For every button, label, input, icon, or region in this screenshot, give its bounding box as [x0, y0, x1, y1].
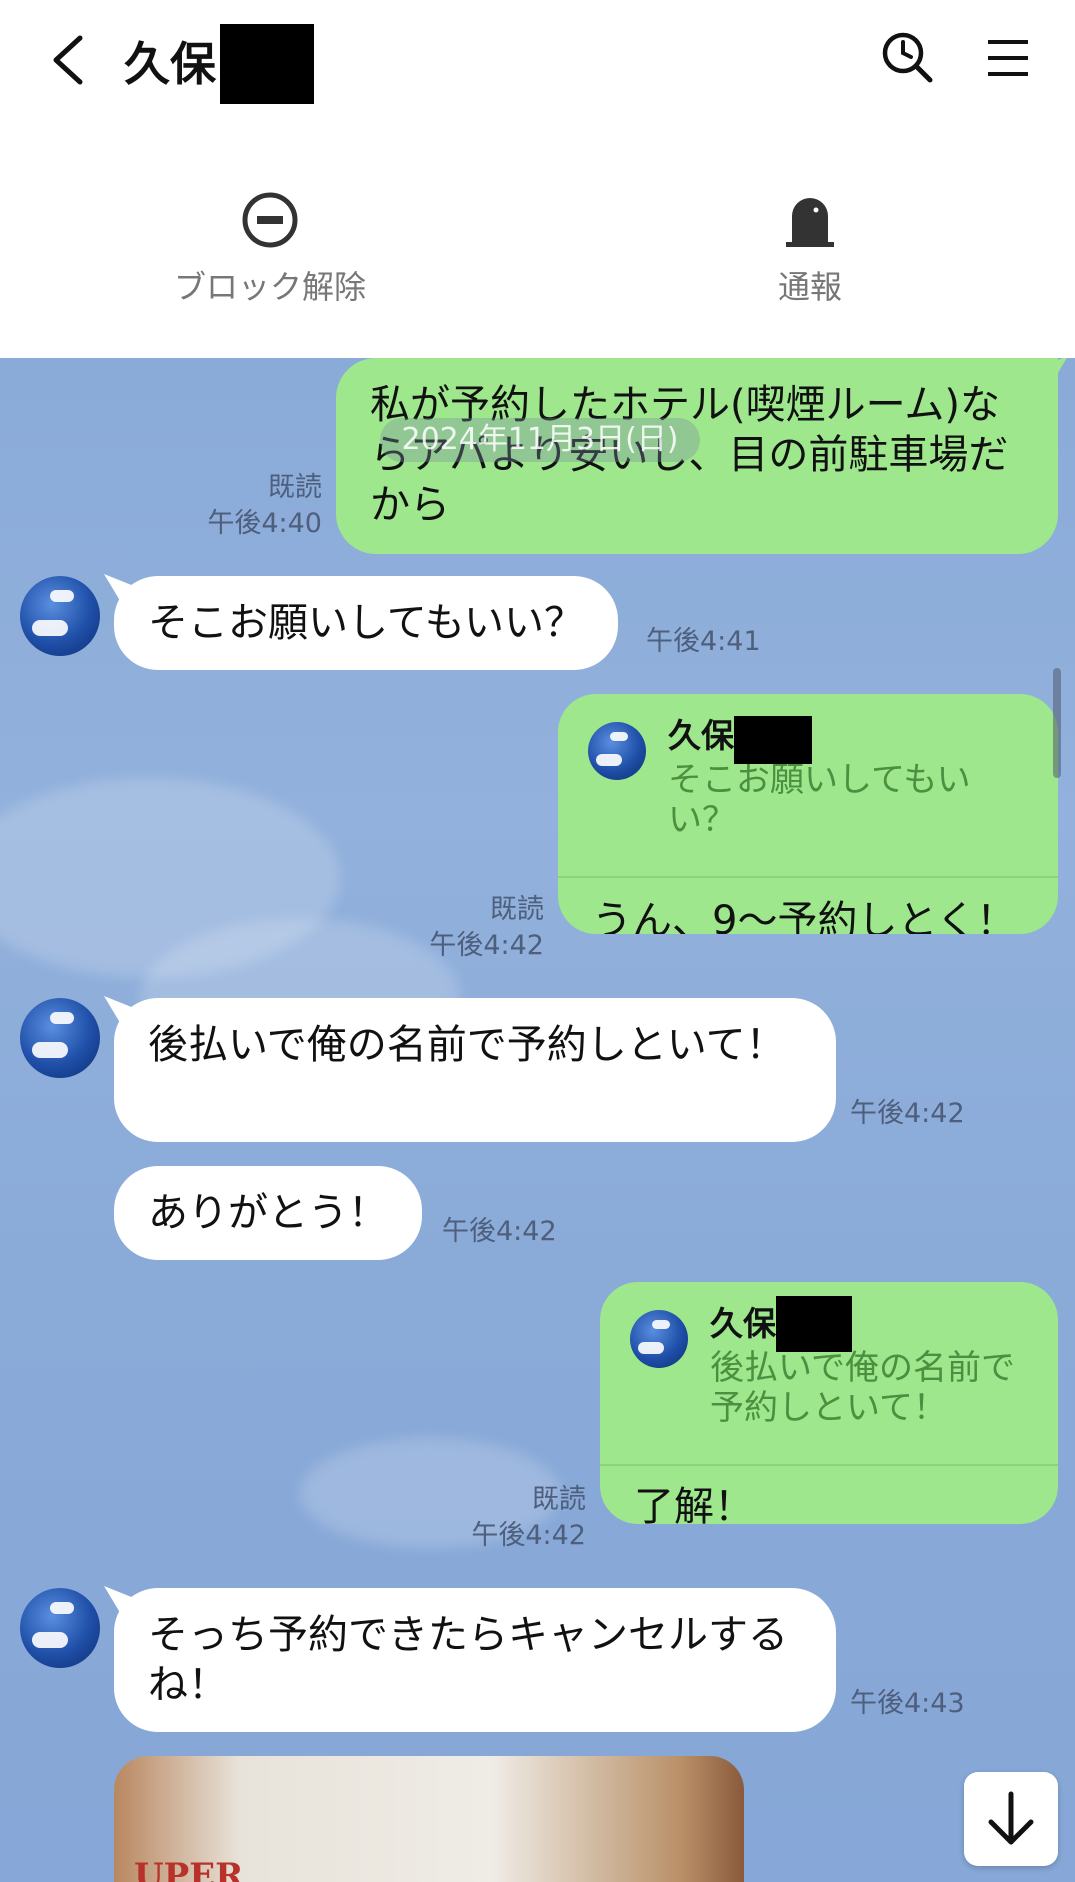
unblock-button[interactable]: ブロック解除 [150, 190, 390, 308]
chat-header: 久保 ブロック解除 通報 [0, 0, 1075, 358]
quote-text: そこお願いしてもいい？ [668, 760, 971, 840]
reply-quote[interactable]: 久保 後払いで俺の名前で予約しといて！ [600, 1282, 1058, 1466]
message-text: うん、9〜予約しとく！ [592, 898, 1017, 934]
message-time: 午後4:43 [850, 1688, 965, 1719]
bubble-tail [104, 574, 134, 604]
bubble-tail [104, 1586, 134, 1616]
message-text: 了解！ [634, 1484, 754, 1524]
arrow-down-icon [988, 1791, 1034, 1845]
message-bubble-incoming[interactable]: 後払いで俺の名前で予約しといて！ [104, 996, 836, 1142]
message-bubble-incoming[interactable]: そっち予約できたらキャンセルするね！ [104, 1586, 836, 1732]
read-status: 既読 [268, 472, 322, 503]
avatar[interactable] [20, 576, 100, 656]
message-time: 午後4:41 [646, 626, 761, 657]
redaction-block [776, 1296, 852, 1352]
date-chip: 2024年11月3日(日) [380, 418, 700, 462]
message-meta: 既読 午後4:42 [380, 892, 544, 964]
message-time: 午後4:42 [471, 1520, 586, 1551]
message-meta: 既読 午後4:40 [160, 470, 322, 542]
unblock-label: ブロック解除 [173, 268, 366, 306]
search-icon [882, 32, 933, 83]
quote-sender: 久保 [710, 1304, 776, 1343]
redaction-block [734, 716, 812, 764]
message-time: 午後4:42 [442, 1216, 557, 1247]
report-button[interactable]: 通報 [720, 190, 900, 308]
quote-text: 後払いで俺の名前で予約しといて！ [710, 1348, 1015, 1428]
avatar[interactable] [20, 998, 100, 1078]
back-button[interactable] [44, 30, 94, 90]
menu-icon [988, 40, 1028, 76]
menu-button[interactable] [978, 28, 1038, 88]
report-label: 通報 [777, 268, 842, 306]
chat-title: 久保 [124, 37, 216, 91]
scrollbar[interactable] [1053, 668, 1061, 778]
message-text: 後払いで俺の名前で予約しといて！ [148, 1022, 786, 1068]
message-bubble-incoming[interactable]: そこお願いしてもいい？ [104, 574, 618, 670]
message-bubble-incoming[interactable]: ありがとう！ [114, 1166, 422, 1260]
unblock-icon [242, 192, 298, 248]
photo-caption-text: UPER [134, 1856, 244, 1882]
message-time: 午後4:40 [207, 508, 322, 539]
message-text: そこお願いしてもいい？ [148, 600, 584, 646]
avatar[interactable] [20, 1588, 100, 1668]
reply-quote[interactable]: 久保 そこお願いしてもいい？ [558, 694, 1058, 878]
report-icon [786, 198, 834, 247]
reply-bubble-outgoing[interactable]: 久保 後払いで俺の名前で予約しといて！ 了解！ [600, 1282, 1058, 1524]
bubble-tail [1038, 358, 1068, 386]
read-status: 既読 [490, 894, 544, 925]
redaction-block [220, 24, 314, 104]
message-time: 午後4:42 [850, 1098, 965, 1129]
bubble-tail [104, 996, 134, 1026]
photo-message[interactable]: UPER [114, 1756, 744, 1882]
quote-sender: 久保 [668, 716, 734, 755]
reply-bubble-outgoing[interactable]: 久保 そこお願いしてもいい？ うん、9〜予約しとく！ [558, 694, 1058, 934]
message-time: 午後4:42 [429, 930, 544, 961]
chevron-left-icon [53, 35, 83, 85]
quote-avatar [630, 1310, 688, 1368]
message-text: ありがとう！ [148, 1190, 388, 1236]
read-status: 既読 [532, 1484, 586, 1515]
chat-area[interactable]: 私が予約したホテル(喫煙ルーム)ならアパより安いし、目の前駐車場だから 2024… [0, 358, 1075, 1882]
scroll-to-bottom-button[interactable] [964, 1772, 1058, 1866]
quote-avatar [588, 722, 646, 780]
search-button[interactable] [878, 28, 938, 88]
message-text: そっち予約できたらキャンセルするね！ [148, 1612, 788, 1708]
message-meta: 既読 午後4:42 [420, 1482, 586, 1554]
